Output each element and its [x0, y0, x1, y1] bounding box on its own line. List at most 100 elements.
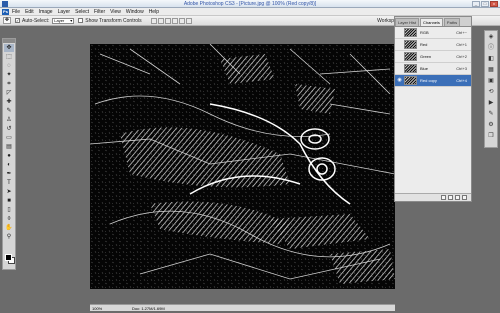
- path-selection-icon[interactable]: ➤: [4, 188, 14, 196]
- panel-footer: [395, 193, 471, 201]
- auto-select-checkbox[interactable]: ✓: [15, 18, 20, 23]
- menu-layer[interactable]: Layer: [58, 9, 71, 15]
- auto-select-dropdown[interactable]: Layer: [52, 17, 75, 24]
- color-icon[interactable]: ◧: [486, 55, 496, 64]
- menu-select[interactable]: Select: [75, 9, 89, 15]
- magic-wand-tool-icon[interactable]: ✦: [4, 71, 14, 79]
- channel-thumbnail: [404, 52, 417, 61]
- clone-stamp-icon[interactable]: ♙: [4, 116, 14, 124]
- history-brush-icon[interactable]: ↺: [4, 125, 14, 133]
- show-transform-checkbox[interactable]: [78, 18, 84, 23]
- menu-help[interactable]: Help: [149, 9, 159, 15]
- move-tool-preset-icon[interactable]: ✥: [3, 17, 11, 24]
- slice-tool-icon[interactable]: ◸: [4, 89, 14, 97]
- document-canvas[interactable]: [90, 44, 395, 289]
- menu-bar: Ps File Edit Image Layer Select Filter V…: [0, 8, 500, 16]
- dodge-tool-icon[interactable]: ◐: [4, 161, 14, 169]
- align-left-icon[interactable]: [171, 17, 178, 24]
- layer-comps-icon[interactable]: ❒: [486, 132, 496, 141]
- ps-logo: Ps: [2, 8, 9, 15]
- tab-paths[interactable]: Paths: [443, 18, 461, 26]
- right-panel-dock: ◈ ⓘ ◧ ▦ ▣ ⟲ ▶ ✎ ⚙ ❒: [484, 30, 498, 148]
- info-icon[interactable]: ⓘ: [486, 44, 496, 53]
- hand-tool-icon[interactable]: ✋: [4, 224, 14, 232]
- marquee-tool-icon[interactable]: ⬚: [4, 53, 14, 61]
- auto-select-label: Auto-Select:: [22, 17, 50, 24]
- channel-shortcut: Ctrl+1: [456, 42, 467, 47]
- healing-brush-icon[interactable]: ✚: [4, 98, 14, 106]
- channel-thumbnail: [404, 28, 417, 37]
- toolbox: ✥ ⬚ ◌ ✦ ⌗ ◸ ✚ ✎ ♙ ↺ ▭ ▤ ● ◐ ✒ T ➤ ■ ▯ ⌽ …: [2, 38, 16, 270]
- align-middle-icon[interactable]: [157, 17, 164, 24]
- align-bottom-icon[interactable]: [164, 17, 171, 24]
- maximize-button[interactable]: □: [481, 1, 489, 7]
- channel-row-rgb[interactable]: RGB Ctrl+~: [395, 27, 471, 39]
- menu-window[interactable]: Window: [126, 9, 144, 15]
- pen-tool-icon[interactable]: ✒: [4, 170, 14, 178]
- swatches-icon[interactable]: ▦: [486, 66, 496, 75]
- channel-shortcut: Ctrl+2: [456, 54, 467, 59]
- document-size: Doc: 1.27M/1.69M: [132, 305, 165, 311]
- channel-row-blue[interactable]: Blue Ctrl+3: [395, 63, 471, 75]
- notes-tool-icon[interactable]: ▯: [4, 206, 14, 214]
- close-button[interactable]: x: [490, 1, 498, 7]
- eyedropper-tool-icon[interactable]: ⌽: [4, 215, 14, 223]
- type-tool-icon[interactable]: T: [4, 179, 14, 187]
- channel-thumbnail: [404, 64, 417, 73]
- tab-channels[interactable]: Channels: [420, 18, 443, 26]
- menu-image[interactable]: Image: [39, 9, 53, 15]
- menu-file[interactable]: File: [12, 9, 20, 15]
- channel-name: RGB: [420, 30, 429, 35]
- eraser-tool-icon[interactable]: ▭: [4, 134, 14, 142]
- align-center-icon[interactable]: [178, 17, 185, 24]
- channel-row-green[interactable]: Green Ctrl+2: [395, 51, 471, 63]
- delete-channel-icon[interactable]: [462, 195, 467, 200]
- visibility-eye-icon[interactable]: [396, 53, 403, 60]
- window-title: Adobe Photoshop CS3 - [Picture.jpg @ 100…: [183, 1, 317, 7]
- tab-layers[interactable]: Layer Hist: [395, 18, 420, 26]
- status-bar: 100% Doc: 1.27M/1.69M: [90, 304, 395, 311]
- channel-shortcut: Ctrl+~: [456, 30, 467, 35]
- channel-row-red-copy[interactable]: ◉ Red copy Ctrl+4: [395, 75, 471, 87]
- save-selection-icon[interactable]: [448, 195, 453, 200]
- channel-thumbnail: [404, 40, 417, 49]
- visibility-eye-icon[interactable]: ◉: [396, 77, 403, 84]
- brushes-icon[interactable]: ✎: [486, 110, 496, 119]
- channel-name: Red copy: [420, 78, 437, 83]
- visibility-eye-icon[interactable]: [396, 65, 403, 72]
- load-selection-icon[interactable]: [441, 195, 446, 200]
- channel-shortcut: Ctrl+3: [456, 66, 467, 71]
- minimize-button[interactable]: _: [472, 1, 480, 7]
- blur-tool-icon[interactable]: ●: [4, 152, 14, 160]
- channel-row-red[interactable]: Red Ctrl+1: [395, 39, 471, 51]
- move-tool-icon[interactable]: ✥: [4, 44, 14, 52]
- new-channel-icon[interactable]: [455, 195, 460, 200]
- menu-view[interactable]: View: [110, 9, 121, 15]
- align-top-icon[interactable]: [150, 17, 157, 24]
- align-right-icon[interactable]: [185, 17, 192, 24]
- channel-name: Blue: [420, 66, 429, 71]
- menu-filter[interactable]: Filter: [94, 9, 105, 15]
- crop-tool-icon[interactable]: ⌗: [4, 80, 14, 88]
- visibility-eye-icon[interactable]: [396, 29, 403, 36]
- panel-tabs: Layer Hist Channels Paths: [395, 17, 471, 27]
- zoom-tool-icon[interactable]: ⚲: [4, 233, 14, 241]
- show-transform-label: Show Transform Controls: [85, 17, 142, 24]
- window-controls: _ □ x: [472, 1, 498, 7]
- gradient-tool-icon[interactable]: ▤: [4, 143, 14, 151]
- foreground-color-swatch[interactable]: [5, 254, 12, 261]
- toolbox-grip[interactable]: [3, 39, 15, 43]
- brush-tool-icon[interactable]: ✎: [4, 107, 14, 115]
- navigator-icon[interactable]: ◈: [486, 33, 496, 42]
- channel-name: Green: [420, 54, 432, 59]
- menu-edit[interactable]: Edit: [25, 9, 34, 15]
- actions-icon[interactable]: ▶: [486, 99, 496, 108]
- visibility-eye-icon[interactable]: [396, 41, 403, 48]
- styles-icon[interactable]: ▣: [486, 77, 496, 86]
- channels-panel: Layer Hist Channels Paths RGB Ctrl+~ Red…: [394, 16, 472, 202]
- tool-presets-icon[interactable]: ⚙: [486, 121, 496, 130]
- lasso-tool-icon[interactable]: ◌: [4, 62, 14, 70]
- shape-tool-icon[interactable]: ■: [4, 197, 14, 205]
- history-icon[interactable]: ⟲: [486, 88, 496, 97]
- zoom-level[interactable]: 100%: [92, 306, 108, 311]
